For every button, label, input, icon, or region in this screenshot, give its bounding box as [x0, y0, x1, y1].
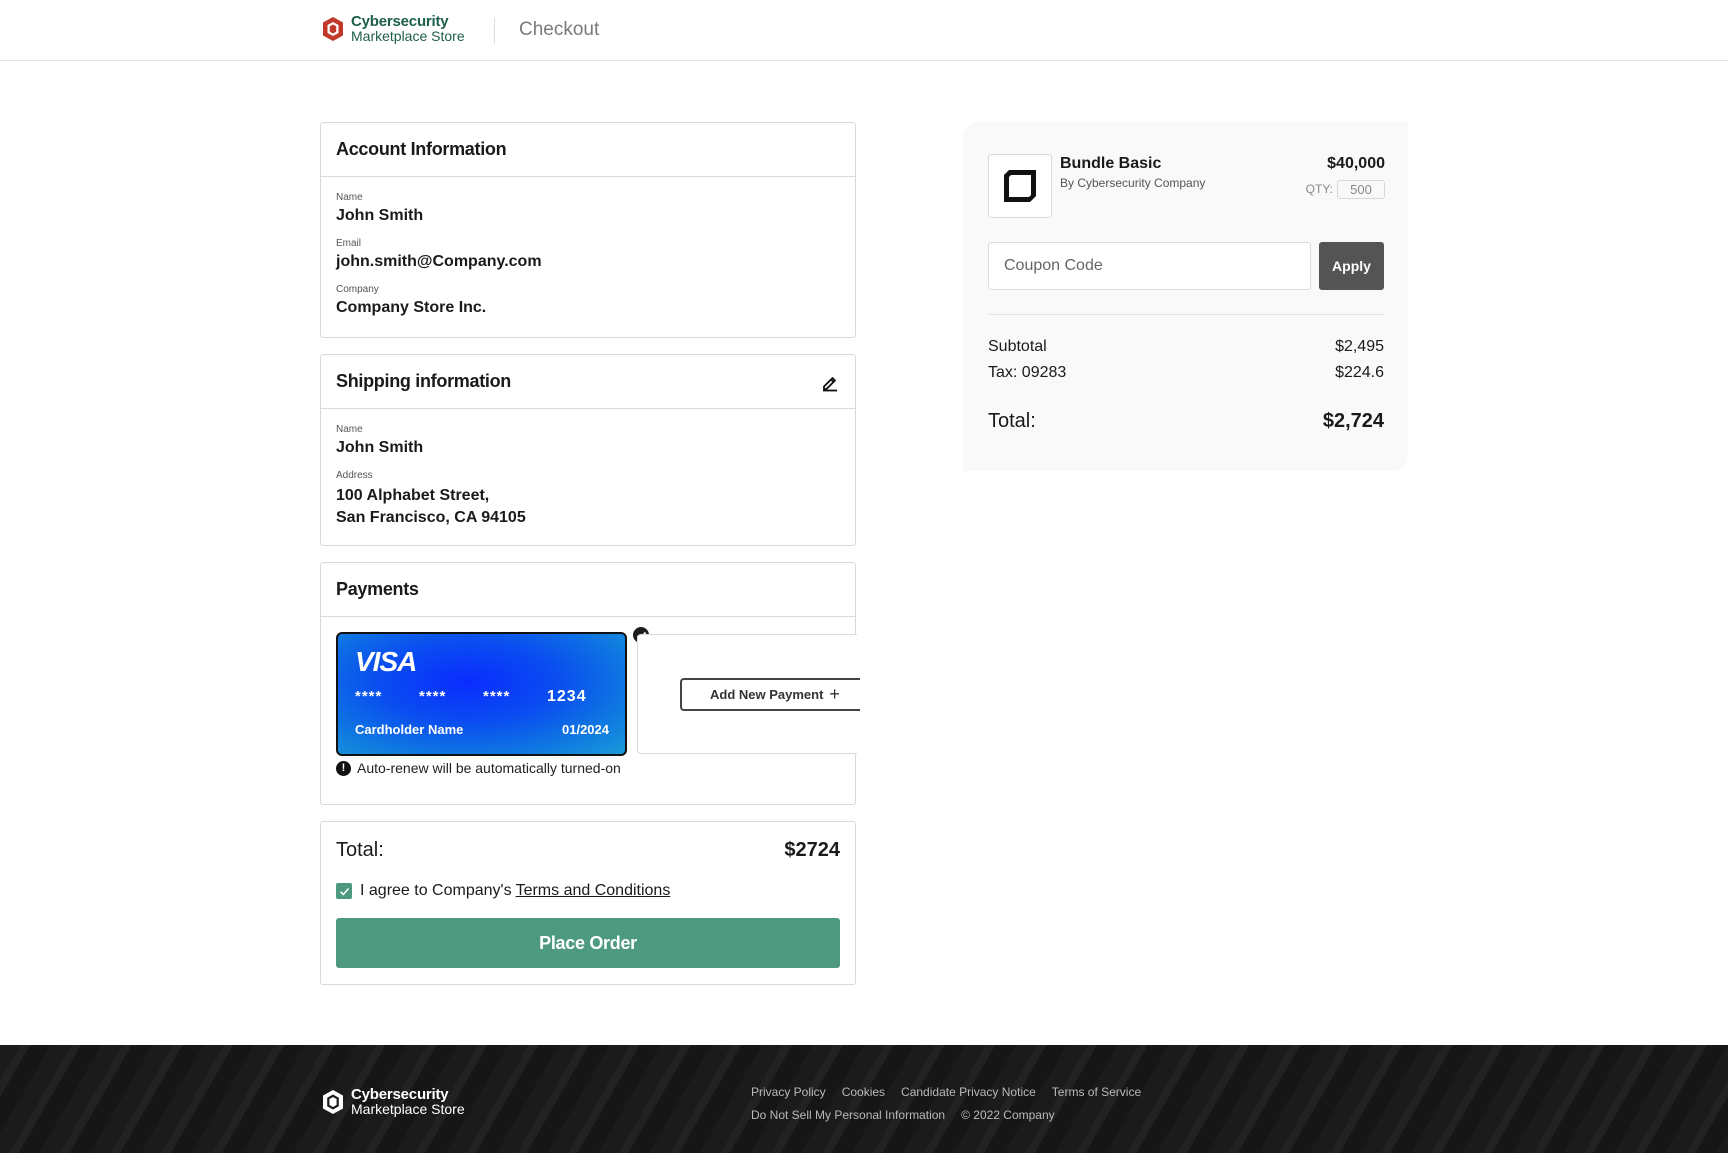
card-number-group: ****: [483, 688, 511, 705]
shipping-name-label: Name: [336, 424, 363, 435]
shipping-info-panel: Shipping information Name John Smith Add…: [320, 354, 856, 546]
card-number-group: ****: [355, 688, 383, 705]
account-email-label: Email: [336, 238, 362, 249]
autorenew-text: Auto-renew will be automatically turned-…: [357, 760, 621, 776]
order-total-row: Total: $2724: [321, 822, 855, 862]
account-name-value: John Smith: [336, 207, 424, 224]
terms-link[interactable]: Terms and Conditions: [516, 882, 671, 900]
account-email-value: john.smith@Company.com: [336, 253, 542, 270]
account-info-panel: Account Information Name John Smith Emai…: [320, 122, 856, 338]
account-info-title: Account Information: [336, 139, 507, 159]
shipping-name-value: John Smith: [336, 439, 424, 456]
place-order-button[interactable]: Place Order: [336, 918, 840, 968]
top-header: Cybersecurity Marketplace Store Checkout: [0, 0, 1728, 61]
footer-link-do-not-sell[interactable]: Do Not Sell My Personal Information: [751, 1108, 945, 1122]
page-title: Checkout: [519, 19, 600, 40]
account-company-value: Company Store Inc.: [336, 299, 487, 316]
product-box-icon: [1004, 170, 1036, 202]
subtotal-row: Subtotal $2,495: [988, 338, 1384, 356]
payments-panel: Payments VISA **** **** **** 1234 Cardho…: [320, 562, 860, 805]
card-number-group: ****: [419, 688, 447, 705]
agree-text: I agree to Company's: [360, 882, 512, 899]
order-panel: Total: $2724 I agree to Company's Terms …: [320, 821, 856, 985]
hexagon-logo-icon: [323, 17, 343, 41]
qty-field[interactable]: 500: [1337, 180, 1385, 199]
footer-link-privacy-policy[interactable]: Privacy Policy: [751, 1085, 826, 1099]
summary-total-value: $2,724: [1322, 410, 1384, 432]
product-vendor: By Cybersecurity Company: [1060, 176, 1206, 190]
cardholder-name: Cardholder Name: [355, 722, 464, 737]
account-info-header: Account Information: [321, 123, 855, 177]
tax-value: $224.6: [1335, 364, 1384, 381]
payments-header: Payments: [321, 563, 855, 617]
coupon-code-input[interactable]: [988, 242, 1311, 290]
order-total-value: $2724: [784, 839, 840, 861]
footer-brand-name: Cybersecurity: [351, 1086, 449, 1103]
brand-name: Cybersecurity: [351, 13, 449, 30]
apply-coupon-button[interactable]: Apply: [1319, 242, 1384, 290]
payments-title: Payments: [336, 579, 419, 599]
account-company-label: Company: [336, 284, 379, 295]
plus-icon: +: [829, 684, 840, 704]
summary-divider: [988, 314, 1384, 315]
shipping-address-line1: 100 Alphabet Street,: [336, 487, 490, 504]
card-number: **** **** **** 1234: [355, 688, 587, 706]
add-payment-card: Add New Payment +: [637, 634, 860, 754]
qty-label: QTY:: [1305, 182, 1333, 196]
footer-link-candidate-privacy[interactable]: Candidate Privacy Notice: [901, 1085, 1036, 1099]
subtotal-label: Subtotal: [988, 338, 1047, 355]
brand-logo[interactable]: Cybersecurity Marketplace Store: [321, 14, 465, 44]
summary-total-label: Total:: [988, 410, 1036, 432]
footer-brand-logo[interactable]: Cybersecurity Marketplace Store: [321, 1087, 465, 1117]
card-expiry: 01/2024: [562, 722, 609, 737]
order-summary: Bundle Basic By Cybersecurity Company $4…: [963, 122, 1408, 471]
footer-link-cookies[interactable]: Cookies: [842, 1085, 885, 1099]
payment-methods-row: VISA **** **** **** 1234 Cardholder Name…: [321, 617, 860, 756]
visa-logo: VISA: [355, 646, 417, 677]
shipping-address-label: Address: [336, 470, 373, 481]
add-new-payment-button[interactable]: Add New Payment +: [680, 678, 860, 711]
terms-agreement: I agree to Company's Terms and Condition…: [321, 862, 855, 900]
product-name: Bundle Basic: [1060, 155, 1162, 172]
visa-card-selected[interactable]: VISA **** **** **** 1234 Cardholder Name…: [336, 625, 651, 756]
summary-total-row: Total: $2,724: [988, 410, 1384, 433]
header-divider: [494, 18, 495, 44]
exclamation-circle-icon: !: [336, 760, 351, 776]
product-price: $40,000: [1327, 155, 1385, 172]
tax-row: Tax: 09283 $224.6: [988, 364, 1384, 382]
footer-link-terms-of-service[interactable]: Terms of Service: [1052, 1085, 1141, 1099]
footer-links: Privacy Policy Cookies Candidate Privacy…: [751, 1085, 1141, 1131]
shipping-info-title: Shipping information: [336, 371, 511, 391]
product-thumbnail: [988, 154, 1052, 218]
shipping-address-line2: San Francisco, CA 94105: [336, 509, 526, 526]
footer-copyright: © 2022 Company: [961, 1108, 1055, 1122]
add-new-payment-label: Add New Payment: [710, 687, 824, 702]
footer-brand-subtitle: Marketplace Store: [351, 1101, 465, 1117]
tax-label: Tax: 09283: [988, 364, 1067, 381]
pencil-edit-icon[interactable]: [820, 372, 840, 392]
order-total-label: Total:: [336, 839, 384, 861]
shipping-info-header: Shipping information: [321, 355, 855, 409]
hexagon-logo-icon: [323, 1090, 343, 1114]
agree-checkbox[interactable]: [336, 883, 352, 899]
brand-subtitle: Marketplace Store: [351, 28, 465, 44]
subtotal-value: $2,495: [1335, 338, 1384, 355]
footer: Cybersecurity Marketplace Store Privacy …: [0, 1045, 1728, 1153]
account-name-label: Name: [336, 192, 363, 203]
check-icon: [339, 887, 349, 896]
card-last4: 1234: [547, 688, 587, 705]
